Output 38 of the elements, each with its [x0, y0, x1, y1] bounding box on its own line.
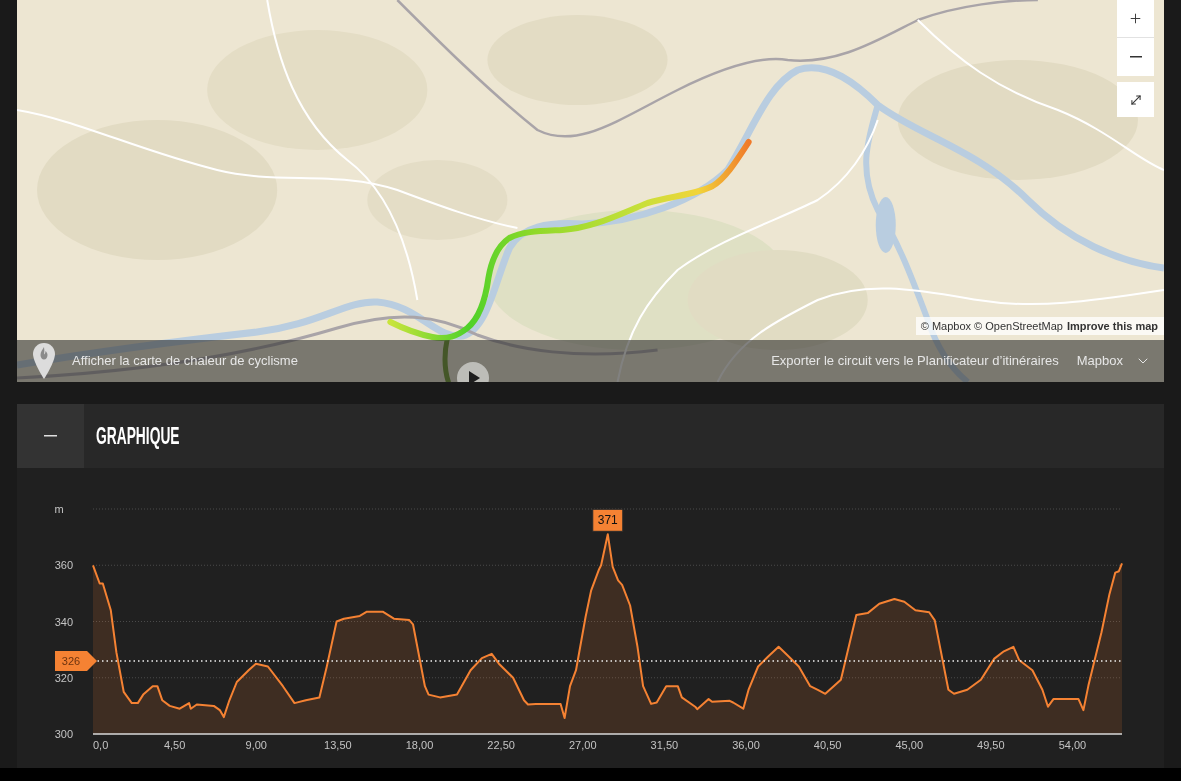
max-value-label: 371 — [592, 508, 624, 532]
axis-label: 340 — [54, 615, 73, 628]
attribution-text: © Mapbox © OpenStreetMap — [920, 318, 1063, 334]
heatmap-toggle[interactable]: Afficher la carte de chaleur de cyclisme — [33, 343, 298, 379]
axis-label: 45,00 — [895, 739, 923, 751]
axis-label: 320 — [54, 671, 73, 684]
axis-label: 36,00 — [732, 739, 760, 751]
axis-label: 0,0 — [93, 739, 109, 751]
zoom-in-button[interactable] — [1117, 0, 1154, 38]
panel-title: GRAPHIQUE — [96, 424, 180, 448]
play-icon — [457, 362, 489, 382]
ref-line-label: 326 — [61, 654, 81, 667]
axis-label: 9,00 — [245, 739, 267, 751]
zoom-out-button[interactable] — [1117, 38, 1154, 76]
improve-map-link[interactable]: Improve this map — [1066, 317, 1158, 335]
axis-label: 22,50 — [487, 739, 515, 751]
axis-title: m — [54, 503, 64, 515]
expand-icon — [1128, 92, 1143, 107]
annotation: 371 — [597, 513, 619, 528]
axis-label: 13,50 — [324, 739, 352, 751]
collapse-button[interactable] — [17, 404, 84, 468]
axis-label: 300 — [54, 728, 73, 740]
axis-label: 27,00 — [569, 739, 597, 751]
minus-icon — [44, 435, 57, 437]
axis-label: 49,50 — [977, 739, 1005, 751]
map-pin-icon — [33, 343, 55, 379]
minus-icon — [1129, 56, 1142, 58]
axis-label: 40,50 — [813, 739, 842, 751]
axis-label: 360 — [54, 559, 73, 572]
plus-icon — [1128, 11, 1143, 26]
axis-label: 31,50 — [650, 739, 679, 751]
axis-label: 18,00 — [405, 739, 434, 751]
map-style-select[interactable]: Mapbox — [1076, 351, 1151, 371]
axis-label: 4,50 — [163, 739, 186, 751]
axis-label: 54,00 — [1058, 739, 1087, 751]
fullscreen-button[interactable] — [1117, 82, 1154, 117]
average-value-label: 326 — [55, 650, 97, 671]
export-route-link[interactable]: Exporter le circuit vers le Planificateur d’itinéraires — [771, 351, 1059, 371]
